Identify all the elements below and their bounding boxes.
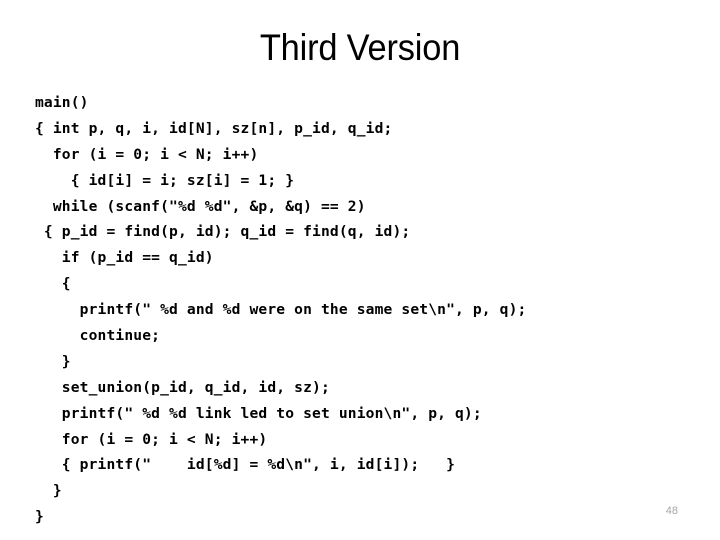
code-line: for (i = 0; i < N; i++) bbox=[35, 430, 268, 448]
code-line: } bbox=[35, 482, 62, 500]
page-number: 48 bbox=[665, 505, 678, 517]
code-line: while (scanf("%d %d", &p, &q) == 2) bbox=[35, 197, 366, 215]
code-line: printf(" %d and %d were on the same set\… bbox=[35, 301, 527, 319]
code-line: set_union(p_id, q_id, id, sz); bbox=[35, 378, 330, 396]
code-line: printf(" %d %d link led to set union\n",… bbox=[35, 404, 482, 422]
code-line: { printf(" id[%d] = %d\n", i, id[i]); } bbox=[35, 456, 456, 474]
page-title: Third Version bbox=[259, 27, 461, 68]
code-line: { int p, q, i, id[N], sz[n], p_id, q_id; bbox=[35, 119, 393, 137]
code-line: } bbox=[35, 352, 71, 370]
code-line: } bbox=[35, 508, 44, 526]
code-line: { bbox=[35, 275, 71, 293]
code-line: { p_id = find(p, id); q_id = find(q, id)… bbox=[35, 223, 411, 241]
code-line: if (p_id == q_id) bbox=[35, 249, 214, 267]
code-line: for (i = 0; i < N; i++) bbox=[35, 145, 259, 163]
code-line: { id[i] = i; sz[i] = 1; } bbox=[35, 171, 295, 189]
code-block: main() { int p, q, i, id[N], sz[n], p_id,… bbox=[35, 90, 695, 530]
code-line: continue; bbox=[35, 327, 161, 345]
slide: Third Version main() { int p, q, i, id[N]… bbox=[0, 0, 720, 540]
code-line: main() bbox=[35, 94, 89, 111]
